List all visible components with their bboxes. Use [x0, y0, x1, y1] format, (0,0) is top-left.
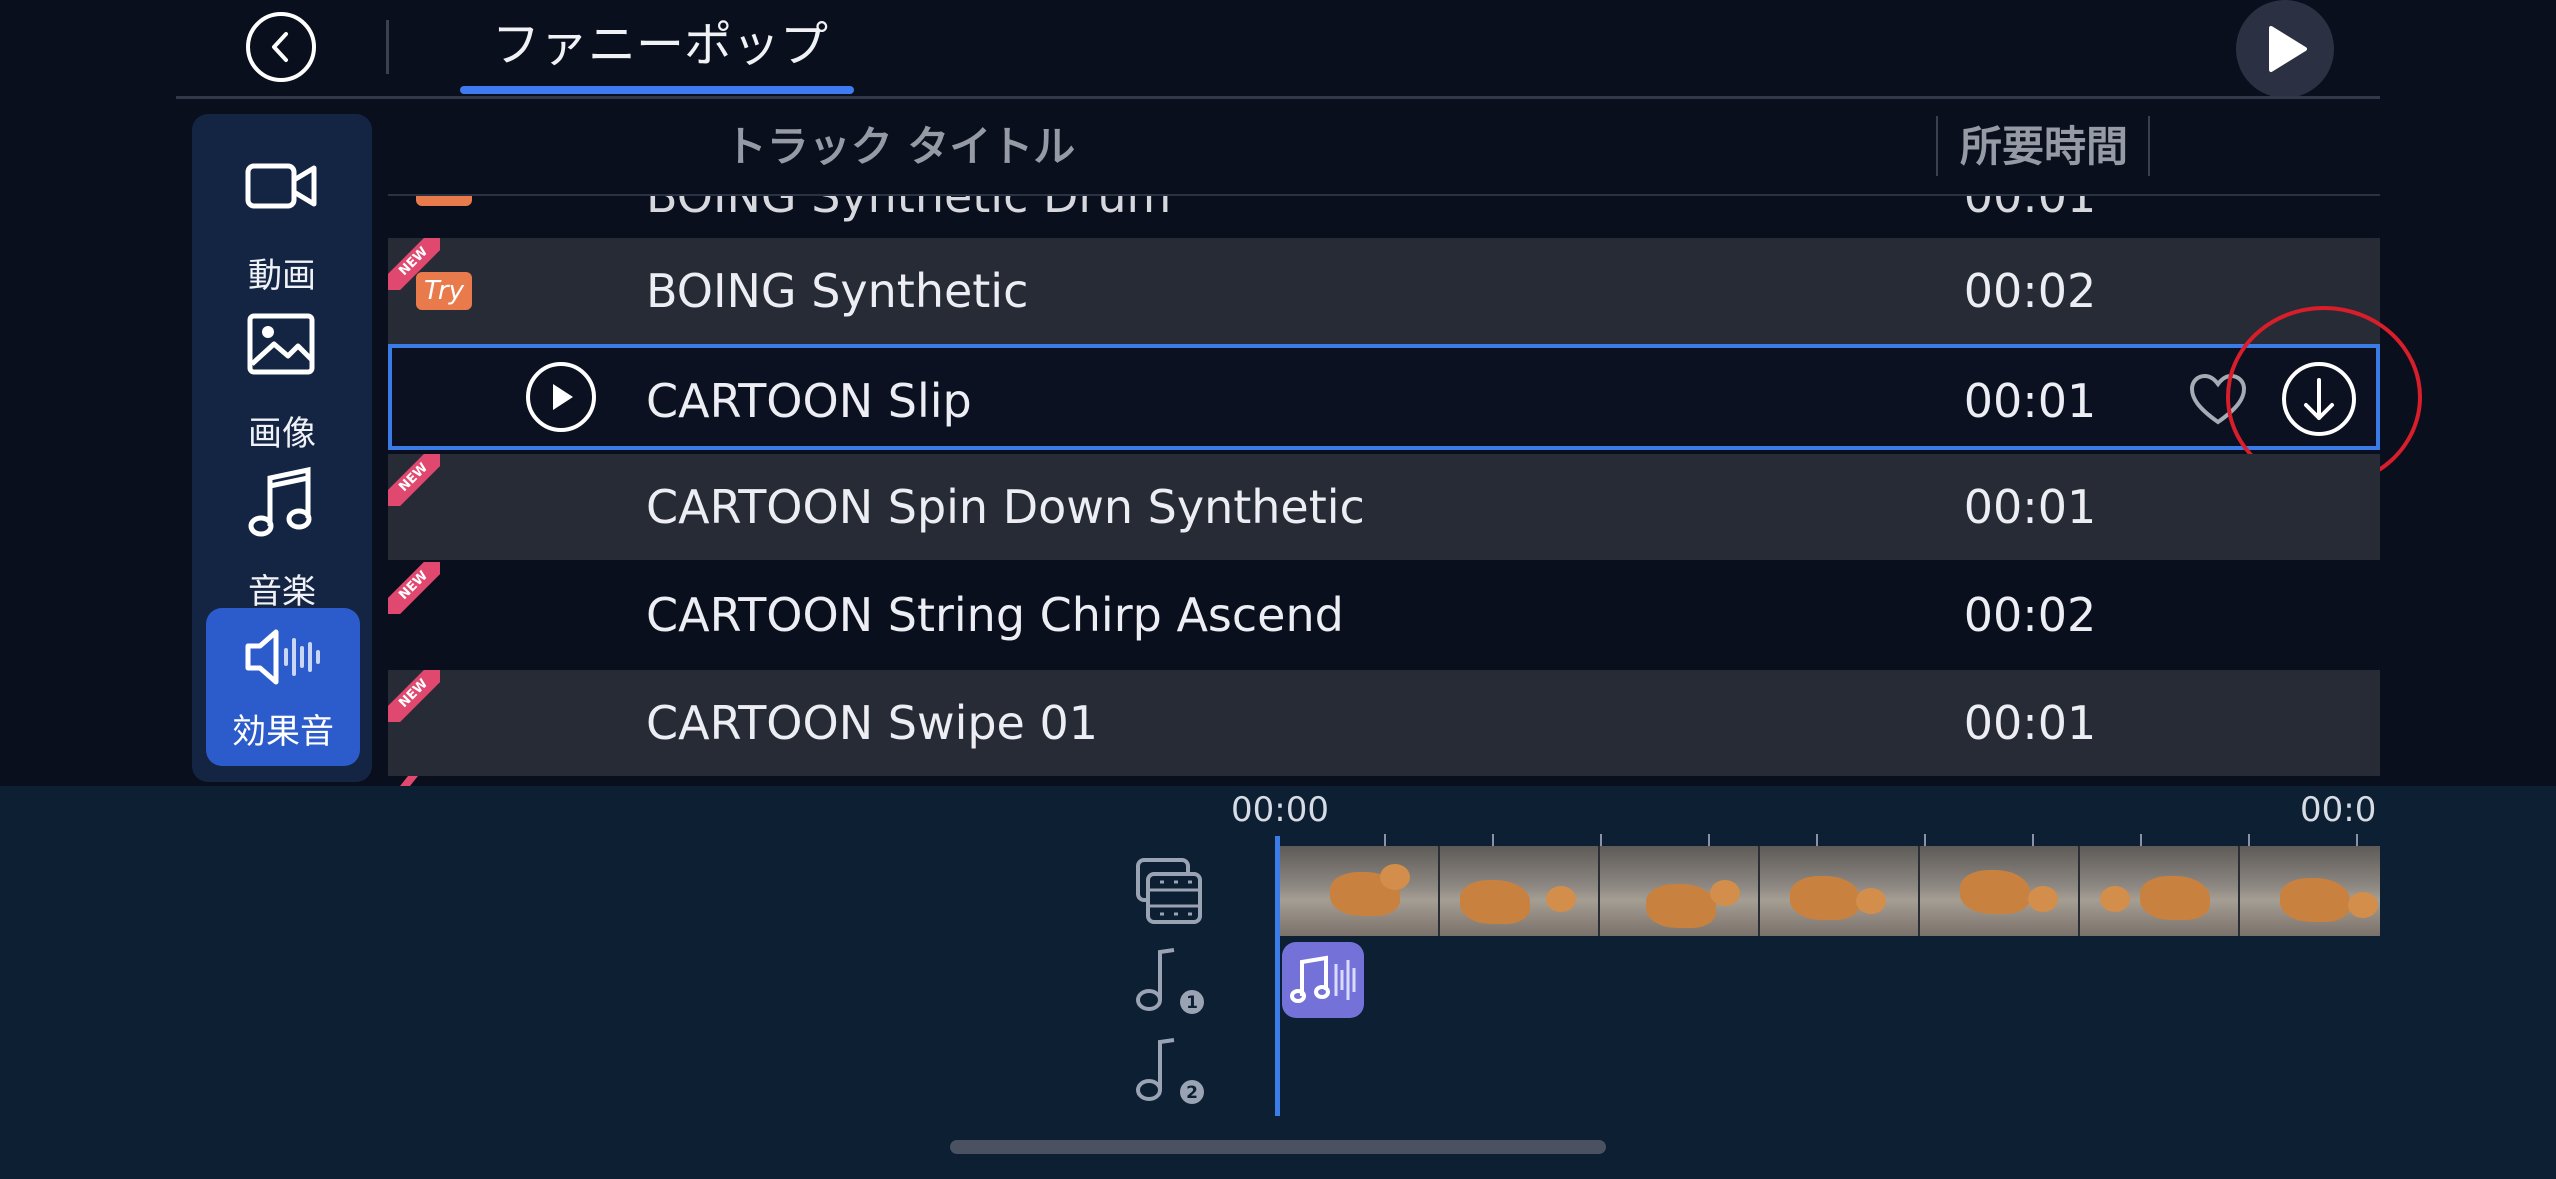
image-icon — [247, 313, 315, 375]
track-title: CARTOON Swipe 01 — [646, 696, 1099, 750]
column-header-track-title: トラック タイトル — [724, 122, 1076, 171]
timeline-tick — [1816, 834, 1818, 846]
track-title: CARTOON Slip — [646, 374, 972, 428]
track-row[interactable]: BOING Synthetic Drum 00:01 — [388, 196, 2380, 236]
sidebar-item-label: 音楽 — [248, 572, 316, 612]
video-frame-thumbnail — [1280, 846, 1440, 936]
column-divider — [1936, 116, 1938, 176]
try-badge — [416, 196, 472, 206]
sidebar-item-image[interactable]: 画像 — [192, 306, 372, 456]
track-title: CARTOON Spin Down Synthetic — [646, 480, 1365, 534]
track-row-selected[interactable]: CARTOON Slip 00:01 — [388, 344, 2380, 450]
sidebar-item-music[interactable]: 音楽 — [192, 464, 372, 614]
track-duration: 00:01 — [1963, 374, 2097, 428]
timeline-tick — [2032, 834, 2034, 846]
track-title: BOING Synthetic Drum — [646, 196, 1172, 223]
video-camera-icon — [245, 163, 317, 209]
timeline-time-end: 00:0 — [2300, 790, 2377, 830]
play-icon — [2269, 26, 2307, 72]
try-badge: Try — [416, 272, 472, 310]
new-badge: NEW — [388, 454, 440, 506]
tab-active-indicator — [460, 86, 854, 94]
list-header-separator — [388, 194, 2380, 196]
header-divider — [386, 20, 389, 74]
timeline-tick — [2140, 834, 2142, 846]
timeline-tick — [1708, 834, 1710, 846]
sidebar-item-label: 効果音 — [232, 712, 334, 752]
sidebar-item-sound-effects[interactable]: 効果音 — [206, 608, 360, 766]
sound-effect-clip[interactable] — [1282, 942, 1364, 1018]
play-icon — [553, 384, 573, 410]
track-play-button[interactable] — [526, 362, 596, 432]
track-row[interactable]: NEW CARTOON String Chirp Ascend 00:02 — [388, 562, 2380, 668]
track-duration: 00:01 — [1963, 196, 2097, 223]
video-frame-thumbnail — [2240, 846, 2380, 936]
music-note-icon — [248, 466, 312, 537]
video-frame-thumbnail — [1760, 846, 1920, 936]
track-row-partial — [388, 776, 2380, 786]
new-badge: NEW — [388, 562, 440, 614]
timeline-tick — [1924, 834, 1926, 846]
video-frame-thumbnail — [1920, 846, 2080, 936]
music-notes-icon — [1290, 955, 1356, 1003]
music-track-2-icon: 2 — [1136, 1038, 1204, 1104]
video-frame-thumbnail — [2080, 846, 2240, 936]
column-divider — [2148, 116, 2150, 176]
music-track-1-icon: 1 — [1136, 948, 1204, 1014]
video-frame-thumbnail — [1440, 846, 1600, 936]
timeline-tick — [1600, 834, 1602, 846]
timeline-tick — [1492, 834, 1494, 846]
track-row[interactable]: NEW CARTOON Spin Down Synthetic 00:01 — [388, 454, 2380, 560]
header-separator — [176, 96, 2380, 99]
video-clip-strip[interactable] — [1280, 846, 2380, 936]
preview-play-button[interactable] — [2236, 0, 2334, 98]
new-badge: NEW — [388, 670, 440, 722]
back-button[interactable] — [246, 12, 316, 82]
tab-funnypop[interactable]: ファニーポップ — [466, 8, 854, 82]
track-row[interactable]: NEW CARTOON Swipe 01 00:01 — [388, 670, 2380, 776]
timeline-tick — [2356, 834, 2358, 846]
timeline-tick — [2248, 834, 2250, 846]
timeline-playhead[interactable] — [1275, 836, 1280, 1116]
video-frame-thumbnail — [1600, 846, 1760, 936]
sidebar-item-label: 動画 — [248, 256, 316, 296]
timeline-tick — [1384, 834, 1386, 846]
svg-text:1: 1 — [1186, 993, 1198, 1013]
track-title: CARTOON String Chirp Ascend — [646, 588, 1344, 642]
video-track-icon — [1136, 858, 1202, 924]
track-duration: 00:01 — [1963, 696, 2097, 750]
track-duration: 00:01 — [1963, 480, 2097, 534]
track-row[interactable]: NEW Try BOING Synthetic 00:02 — [388, 238, 2380, 344]
chevron-left-icon — [272, 32, 288, 62]
track-title: BOING Synthetic — [646, 264, 1029, 318]
sidebar-item-label: 画像 — [248, 414, 316, 454]
track-duration: 00:02 — [1963, 588, 2097, 642]
track-duration: 00:02 — [1963, 264, 2097, 318]
timeline-time-start: 00:00 — [1231, 790, 1329, 830]
home-indicator — [950, 1140, 1606, 1154]
sidebar-item-video[interactable]: 動画 — [192, 148, 372, 298]
column-header-duration: 所要時間 — [1959, 122, 2128, 171]
speaker-sound-icon — [245, 629, 320, 685]
svg-text:2: 2 — [1186, 1083, 1198, 1103]
